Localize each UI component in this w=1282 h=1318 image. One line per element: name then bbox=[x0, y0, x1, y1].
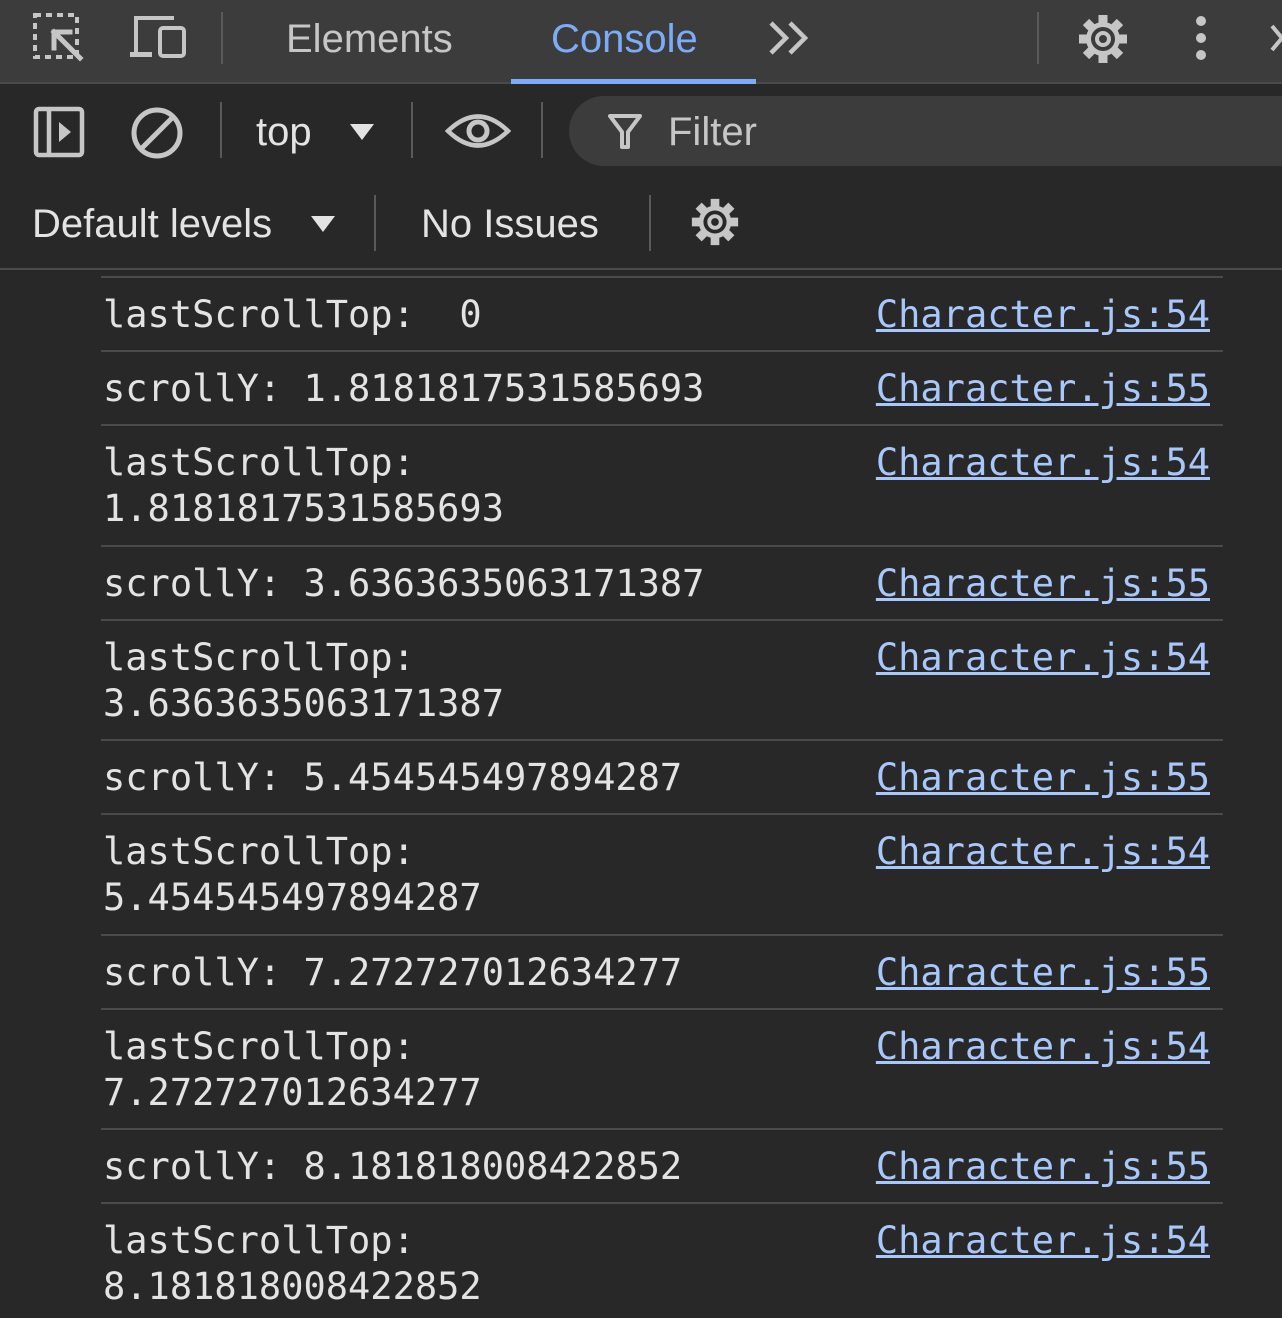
filter-input[interactable]: Filter bbox=[569, 96, 1282, 166]
live-expression-eye-icon[interactable] bbox=[445, 110, 511, 152]
toolbar-separator bbox=[220, 102, 222, 158]
device-toolbar-icon[interactable] bbox=[128, 14, 188, 62]
console-message: lastScrollTop: 8.181818008422852 Charact… bbox=[101, 1202, 1223, 1318]
sidebar-toggle-icon[interactable] bbox=[33, 106, 85, 158]
more-tabs-icon[interactable] bbox=[768, 20, 814, 56]
console-message: scrollY: 3.6363635063171387 Character.js… bbox=[101, 545, 1223, 619]
log-source-link[interactable]: Character.js:54 bbox=[876, 292, 1210, 338]
log-message: lastScrollTop: 0 bbox=[103, 293, 482, 336]
log-message: lastScrollTop: 3.6363635063171387 bbox=[103, 636, 504, 725]
log-message: scrollY: 3.6363635063171387 bbox=[103, 562, 705, 605]
context-label: top bbox=[256, 110, 312, 154]
log-source-link[interactable]: Character.js:55 bbox=[876, 561, 1210, 607]
log-source-link[interactable]: Character.js:55 bbox=[876, 755, 1210, 801]
close-icon[interactable] bbox=[1270, 20, 1282, 56]
filter-funnel-icon bbox=[608, 114, 642, 149]
log-source-link[interactable]: Character.js:54 bbox=[876, 829, 1210, 875]
log-message: lastScrollTop: 8.181818008422852 bbox=[103, 1219, 482, 1308]
console-messages: lastScrollTop: 0 Character.js:54 scrollY… bbox=[0, 270, 1282, 1318]
console-message: lastScrollTop: 7.272727012634277 Charact… bbox=[101, 1008, 1223, 1128]
console-message: lastScrollTop: 1.8181817531585693 Charac… bbox=[101, 424, 1223, 545]
console-message: scrollY: 8.181818008422852 Character.js:… bbox=[101, 1128, 1223, 1202]
log-source-link[interactable]: Character.js:55 bbox=[876, 366, 1210, 412]
log-source-link[interactable]: Character.js:54 bbox=[876, 635, 1210, 681]
log-message: lastScrollTop: 5.454545497894287 bbox=[103, 830, 482, 919]
log-source-link[interactable]: Character.js:54 bbox=[876, 1024, 1210, 1070]
toolbar-separator bbox=[411, 102, 413, 158]
console-message: scrollY: 7.272727012634277 Character.js:… bbox=[101, 934, 1223, 1008]
console-message: lastScrollTop: 3.6363635063171387 Charac… bbox=[101, 619, 1223, 739]
tab-console[interactable]: Console bbox=[551, 0, 698, 84]
dropdown-caret-icon bbox=[350, 124, 374, 140]
log-message: lastScrollTop: 7.272727012634277 bbox=[103, 1025, 482, 1114]
tab-elements[interactable]: Elements bbox=[286, 0, 453, 84]
settings-gear-icon[interactable] bbox=[1076, 12, 1130, 66]
log-levels-label: Default levels bbox=[32, 202, 273, 246]
console-message: lastScrollTop: 0 Character.js:54 bbox=[101, 276, 1223, 350]
filter-placeholder: Filter bbox=[668, 110, 757, 154]
log-source-link[interactable]: Character.js:54 bbox=[876, 1218, 1210, 1264]
log-message: scrollY: 1.8181817531585693 bbox=[103, 367, 705, 410]
clear-console-icon[interactable] bbox=[129, 105, 185, 161]
toolbar-separator bbox=[649, 195, 651, 251]
kebab-menu-icon[interactable] bbox=[1192, 14, 1210, 62]
dropdown-caret-icon bbox=[311, 216, 335, 232]
log-source-link[interactable]: Character.js:54 bbox=[876, 440, 1210, 486]
devtools-tab-bar: Elements Console bbox=[0, 0, 1282, 84]
inspect-element-icon[interactable] bbox=[32, 12, 88, 64]
tab-separator bbox=[1037, 12, 1039, 64]
console-toolbar: top Filter Default levels No Issues bbox=[0, 84, 1282, 270]
toolbar-separator bbox=[374, 195, 376, 251]
log-message: lastScrollTop: 1.8181817531585693 bbox=[103, 441, 504, 530]
console-message: scrollY: 1.8181817531585693 Character.js… bbox=[101, 350, 1223, 424]
tab-separator bbox=[221, 12, 223, 64]
console-message: scrollY: 5.454545497894287 Character.js:… bbox=[101, 739, 1223, 813]
issues-counter[interactable]: No Issues bbox=[421, 202, 599, 247]
console-settings-gear-icon[interactable] bbox=[689, 196, 741, 248]
log-message: scrollY: 8.181818008422852 bbox=[103, 1145, 683, 1188]
toolbar-separator bbox=[541, 102, 543, 158]
log-message: scrollY: 5.454545497894287 bbox=[103, 756, 683, 799]
log-source-link[interactable]: Character.js:55 bbox=[876, 950, 1210, 996]
log-source-link[interactable]: Character.js:55 bbox=[876, 1144, 1210, 1190]
log-message: scrollY: 7.272727012634277 bbox=[103, 951, 683, 994]
console-message: lastScrollTop: 5.454545497894287 Charact… bbox=[101, 813, 1223, 934]
